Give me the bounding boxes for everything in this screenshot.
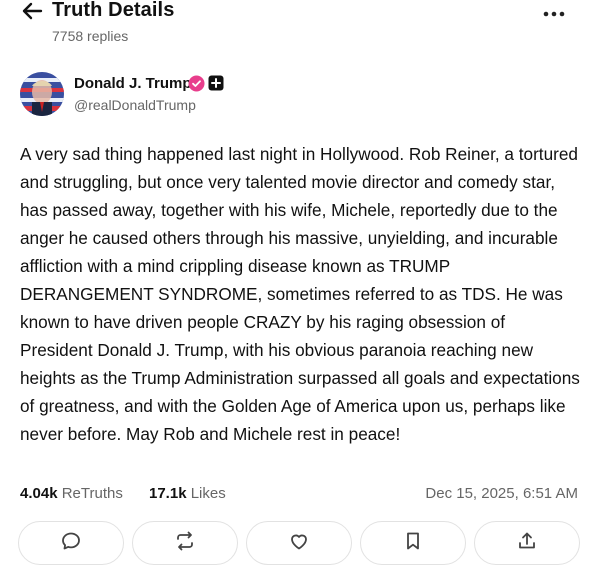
author-handle[interactable]: @realDonaldTrump xyxy=(74,97,196,113)
page-header: Truth Details 7758 replies xyxy=(0,0,592,52)
retruth-button[interactable] xyxy=(132,521,238,565)
back-button[interactable] xyxy=(18,1,46,25)
retruths-label: ReTruths xyxy=(61,485,123,502)
share-icon xyxy=(516,530,538,557)
reply-count: 7758 replies xyxy=(52,28,129,44)
arrow-left-icon xyxy=(21,1,43,26)
more-options-button[interactable] xyxy=(540,3,568,23)
share-button[interactable] xyxy=(474,521,580,565)
bookmark-icon xyxy=(402,530,424,557)
bookmark-button[interactable] xyxy=(360,521,466,565)
post-timestamp: Dec 15, 2025, 6:51 AM xyxy=(425,485,578,502)
page-title: Truth Details xyxy=(52,0,175,21)
verified-badge-icon xyxy=(188,75,205,97)
retruth-icon xyxy=(174,530,196,557)
plus-badge-icon xyxy=(208,75,224,96)
comment-icon xyxy=(60,530,82,557)
likes-count: 17.1k xyxy=(149,485,187,502)
avatar[interactable] xyxy=(20,72,64,116)
retruths-count: 4.04k xyxy=(20,485,58,502)
post-actions xyxy=(18,521,580,565)
post-text: A very sad thing happened last night in … xyxy=(20,144,580,444)
like-button[interactable] xyxy=(246,521,352,565)
post-author: Donald J. Trump @realDonaldTrump xyxy=(20,70,572,116)
more-horizontal-icon xyxy=(543,4,565,22)
post-stats: 4.04k ReTruths 17.1k Likes Dec 15, 2025,… xyxy=(20,485,580,507)
author-name[interactable]: Donald J. Trump xyxy=(74,75,192,92)
retruths-stat[interactable]: 4.04k ReTruths xyxy=(20,485,123,502)
likes-stat[interactable]: 17.1k Likes xyxy=(149,485,226,502)
reply-button[interactable] xyxy=(18,521,124,565)
likes-label: Likes xyxy=(190,485,226,502)
heart-icon xyxy=(288,530,310,557)
